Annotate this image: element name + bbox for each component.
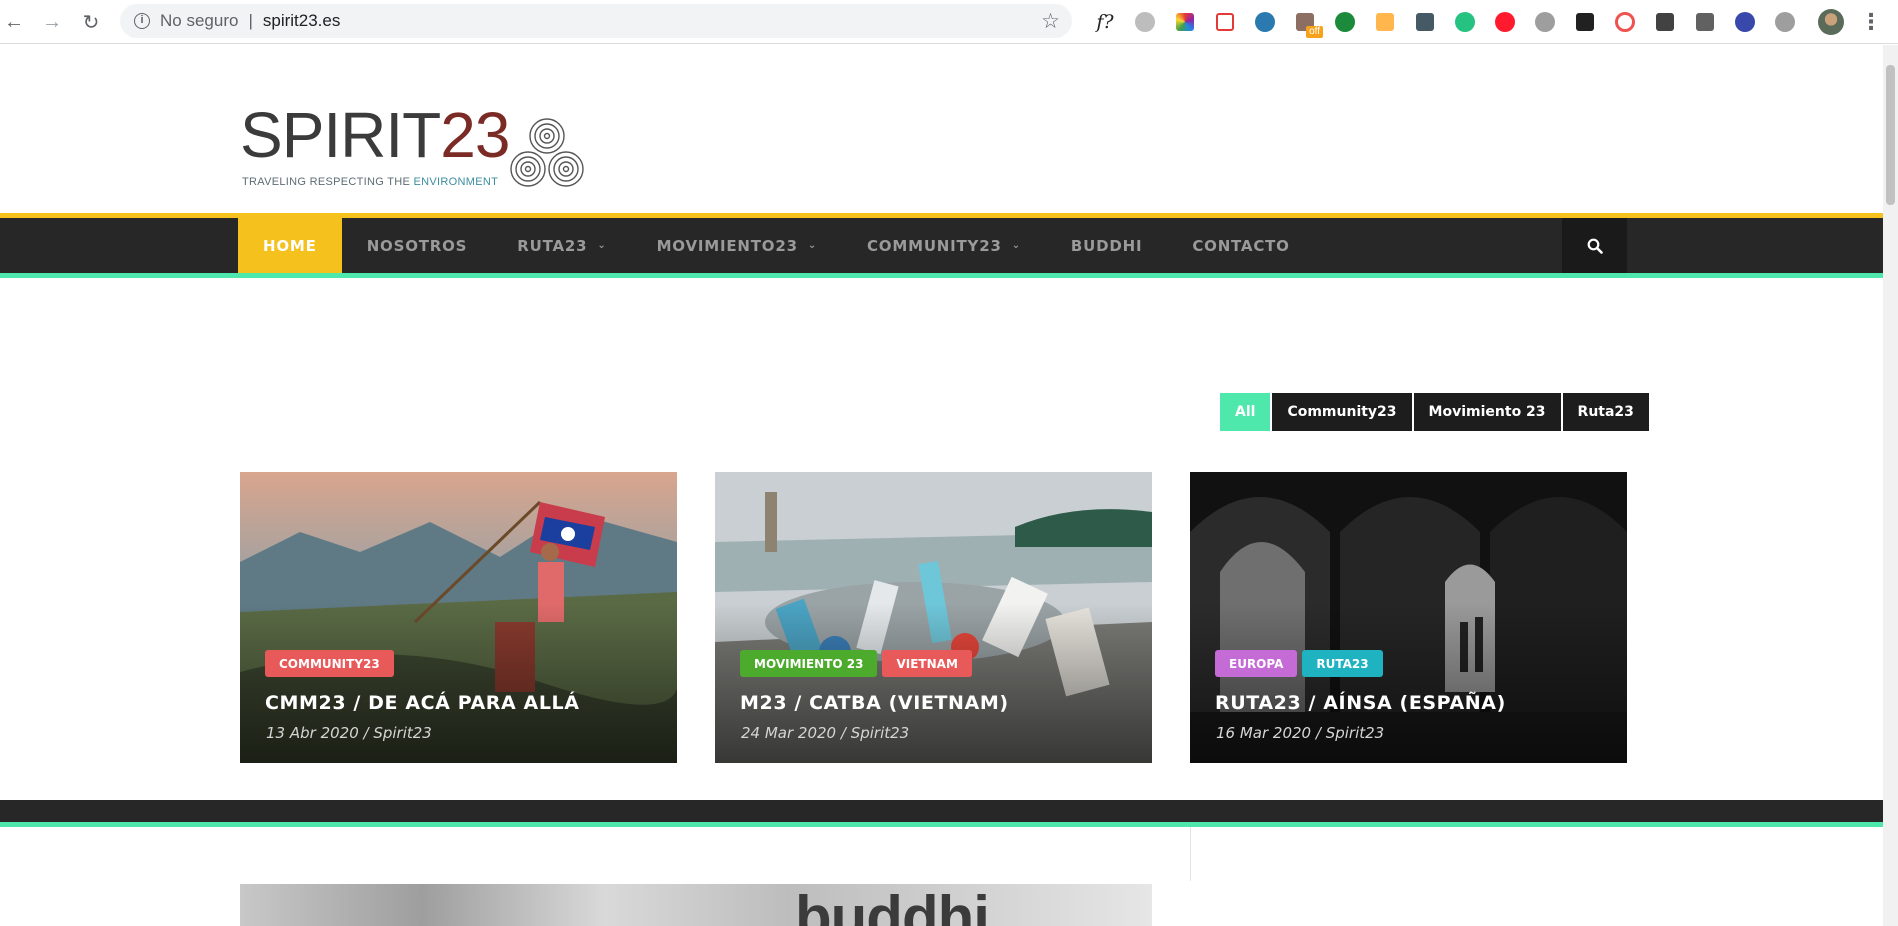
nav-bottom-accent [0,273,1883,278]
reload-icon[interactable]: ↻ [77,8,105,36]
nav-item-ruta23[interactable]: RUTA23 ⌄ [492,218,631,273]
pocket-extension-icon[interactable] [1205,8,1245,36]
chevron-down-icon: ⌄ [597,240,607,251]
category-filters: All Community23 Movimiento 23 Ruta23 [1220,393,1649,431]
colorzilla-extension-icon[interactable] [1165,8,1205,36]
browser-toolbar: ← → ↻ i No seguro | spirit23.es ☆ f? off… [0,0,1898,44]
tag-community23[interactable]: COMMUNITY23 [265,650,394,677]
lightbulb-extension-icon[interactable] [1405,8,1445,36]
logo-wordmark: SPIRIT23 [240,99,510,171]
bookmark-star-icon[interactable]: ☆ [1041,9,1060,34]
image-overlay [715,472,1152,763]
cast-extension-icon[interactable] [1365,8,1405,36]
nav-item-community23[interactable]: COMMUNITY23 ⌄ [842,218,1046,273]
url-text: spirit23.es [262,11,341,30]
tag-europa[interactable]: EUROPA [1215,650,1298,677]
font-finder-extension-icon[interactable]: f? [1085,8,1125,36]
grammar-extension-icon[interactable] [1325,8,1365,36]
banner-wordmark: buddhi [795,884,990,926]
search-icon [1587,238,1603,254]
filter-ruta23[interactable]: Ruta23 [1562,393,1649,431]
post-title[interactable]: RUTA23 / AÍNSA (ESPAÑA) [1215,692,1506,714]
filter-movimiento23[interactable]: Movimiento 23 [1413,393,1561,431]
shazam-extension-icon[interactable] [1725,8,1765,36]
filter-community23[interactable]: Community23 [1272,393,1412,431]
triskelion-spiral-icon [510,118,584,187]
info-icon[interactable]: i [134,13,150,29]
filter-all[interactable]: All [1220,393,1271,431]
address-bar[interactable]: i No seguro | spirit23.es ☆ [120,4,1072,38]
link-extension-icon[interactable] [1565,8,1605,36]
wappalyzer-extension-icon[interactable] [1445,8,1485,36]
nav-item-contacto[interactable]: CONTACTO [1167,218,1314,273]
koala-extension-icon[interactable] [1765,8,1805,36]
section-divider-accent [0,822,1883,827]
devices-extension-icon[interactable] [1685,8,1725,36]
gear-extension-icon[interactable] [1525,8,1565,36]
buddhi-banner[interactable]: buddhi [240,884,1152,926]
profile-avatar[interactable] [1811,8,1851,36]
nav-item-home[interactable]: HOME [238,218,342,273]
post-card[interactable]: EUROPA RUTA23 RUTA23 / AÍNSA (ESPAÑA) 16… [1190,472,1627,763]
page-scrollbar[interactable] [1883,45,1898,926]
nav-item-movimiento23[interactable]: MOVIMIENTO23 ⌄ [632,218,842,273]
nav-item-buddhi[interactable]: BUDDHI [1046,218,1167,273]
tag-movimiento23[interactable]: MOVIMIENTO 23 [740,650,878,677]
browser-menu-icon[interactable]: ⋮ [1851,8,1891,36]
scrollbar-thumb[interactable] [1886,65,1895,205]
opera-extension-icon[interactable] [1485,8,1525,36]
search-button[interactable] [1562,218,1627,273]
chevron-down-icon: ⌄ [1011,240,1021,251]
section-divider-bar [0,800,1883,822]
post-title[interactable]: CMM23 / DE ACÁ PARA ALLÁ [265,692,580,714]
post-tags: COMMUNITY23 [265,650,394,677]
spiral-extension-icon[interactable] [1605,8,1645,36]
nav-item-nosotros[interactable]: NOSOTROS [342,218,493,273]
image-overlay [1190,472,1627,763]
adblock-off-extension-icon[interactable]: off [1285,8,1325,38]
tag-ruta23[interactable]: RUTA23 [1302,650,1383,677]
post-title[interactable]: M23 / CATBA (VIETNAM) [740,692,1009,714]
back-arrow-icon[interactable]: ← [0,8,28,36]
picture-in-picture-extension-icon[interactable] [1645,8,1685,36]
post-tags: MOVIMIENTO 23 VIETNAM [740,650,972,677]
main-menu: HOME NOSOTROS RUTA23 ⌄ MOVIMIENTO23 ⌄ COMM… [238,218,1315,273]
post-tags: EUROPA RUTA23 [1215,650,1383,677]
chevron-down-icon: ⌄ [807,240,817,251]
sidebar-divider [1190,827,1191,881]
post-meta: 24 Mar 2020 / Spirit23 [741,724,910,742]
image-overlay [240,472,677,763]
logo-tagline: TRAVELING RESPECTING THE ENVIRONMENT [242,176,499,188]
tag-vietnam[interactable]: VIETNAM [882,650,972,677]
gray-circle-extension-icon[interactable] [1125,8,1165,36]
wordpress-extension-icon[interactable] [1245,8,1285,36]
extensions-bar: f? off ⋮ [1085,8,1891,38]
forward-arrow-icon[interactable]: → [38,8,66,36]
site-logo[interactable]: SPIRIT23 TRAVELING RESPECTING THE ENVIRO… [240,72,590,192]
security-label: No seguro [160,11,239,30]
post-meta: 13 Abr 2020 / Spirit23 [266,724,432,742]
post-meta: 16 Mar 2020 / Spirit23 [1216,724,1385,742]
separator: | [248,11,253,30]
post-card[interactable]: COMMUNITY23 CMM23 / DE ACÁ PARA ALLÁ 13 … [240,472,677,763]
post-card[interactable]: MOVIMIENTO 23 VIETNAM M23 / CATBA (VIETN… [715,472,1152,763]
